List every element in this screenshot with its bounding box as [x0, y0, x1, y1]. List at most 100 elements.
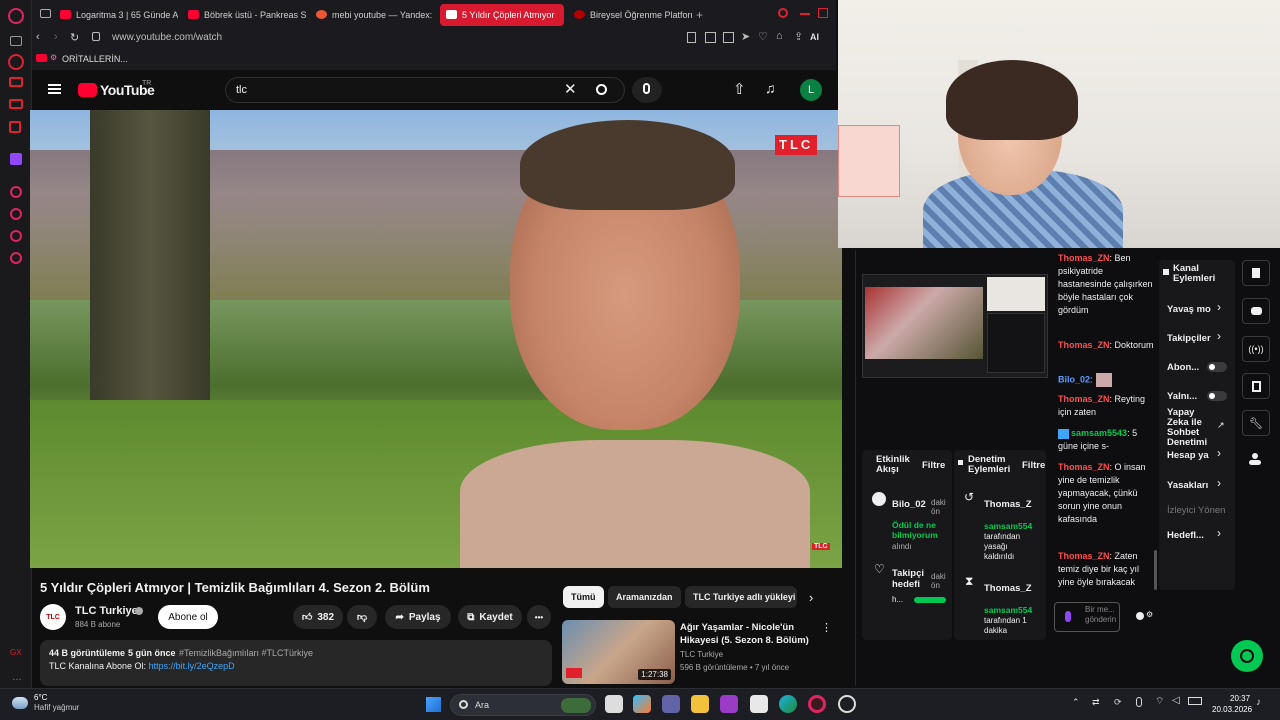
goals-chevron-icon[interactable]: ›: [1217, 526, 1221, 540]
tray-expand-icon[interactable]: ⌃: [1072, 697, 1080, 708]
menu-icon[interactable]: [48, 84, 61, 86]
channel-name[interactable]: TLC Turkiye: [75, 605, 138, 617]
youtube-logo-icon[interactable]: [78, 83, 97, 97]
share-icon[interactable]: ⇪: [794, 30, 803, 43]
mod-item2-user[interactable]: Thomas_Z: [984, 583, 1032, 594]
subscribers-toggle[interactable]: [1207, 362, 1227, 372]
save-button[interactable]: ⧉ Kaydet: [458, 605, 522, 629]
only-item[interactable]: Yalnı...: [1167, 391, 1197, 402]
chip-channel[interactable]: TLC Turkiye adlı yükleyi: [685, 586, 797, 608]
mod-item1-user[interactable]: Thomas_Z: [984, 499, 1032, 510]
broadcast-icon[interactable]: ((•)): [1242, 336, 1270, 362]
taskbar-search[interactable]: Ara: [450, 694, 596, 716]
video-player[interactable]: TLC TLC: [30, 110, 842, 568]
messenger-icon[interactable]: [9, 77, 23, 87]
extensions-icon[interactable]: [10, 230, 22, 242]
chat-points-icon[interactable]: [1136, 612, 1144, 620]
wifi-icon[interactable]: ⌔: [1155, 695, 1164, 708]
clear-search-icon[interactable]: ✕: [564, 80, 577, 98]
only-toggle[interactable]: [1207, 391, 1227, 401]
more-actions-button[interactable]: •••: [527, 605, 551, 629]
opera-logo-icon[interactable]: [8, 8, 24, 24]
tray-icon-2[interactable]: ⟳: [1114, 697, 1122, 708]
reload-icon[interactable]: ↻: [70, 31, 79, 44]
url-text[interactable]: www.youtube.com/watch: [112, 32, 222, 43]
slow-mode-item[interactable]: Yavaş mo: [1167, 304, 1213, 315]
search-icon[interactable]: [596, 84, 607, 95]
viewer-management-item[interactable]: İzleyici Yönen: [1167, 505, 1233, 516]
bans-chevron-icon[interactable]: ›: [1217, 476, 1221, 490]
followers-item[interactable]: Takipçiler: [1167, 333, 1213, 344]
chat-settings-icon[interactable]: ⚙: [1146, 610, 1153, 619]
subscribe-button[interactable]: Abone ol: [158, 605, 218, 629]
moderation-filter-button[interactable]: Filtre: [1022, 460, 1045, 471]
tab-logaritma[interactable]: Logaritma 3 | 65 Günde A: [54, 4, 178, 26]
chips-next-icon[interactable]: ›: [809, 590, 813, 605]
description-link[interactable]: https://bit.ly/2eQzepD: [149, 661, 235, 671]
dislike-button[interactable]: 👎︎: [347, 605, 377, 629]
new-tab-button[interactable]: +: [696, 8, 703, 22]
pin-icon[interactable]: [687, 32, 696, 43]
settings-icon[interactable]: [10, 252, 22, 264]
mod-item1-actor[interactable]: samsam554: [984, 521, 1032, 531]
volume-icon[interactable]: ◁: [1172, 695, 1180, 706]
voice-search-button[interactable]: [632, 77, 662, 103]
recommended-thumbnail[interactable]: 1:27:38: [562, 620, 675, 684]
goals-item[interactable]: Hedefl...: [1167, 530, 1213, 541]
search-input[interactable]: tlc: [236, 84, 247, 96]
file-explorer-icon[interactable]: [691, 695, 709, 713]
workspace-icon[interactable]: [40, 9, 51, 18]
vpn-icon[interactable]: ⌂: [776, 30, 783, 42]
upload-icon[interactable]: ⇧: [733, 80, 746, 98]
description-tags[interactable]: #TemizlikBağımlıları #TLCTürkiye: [179, 648, 313, 658]
forward-icon[interactable]: ›: [54, 31, 58, 43]
tab-bireysel[interactable]: Bireysel Öğrenme Platform: [568, 4, 692, 26]
layout-icon[interactable]: [1242, 373, 1270, 399]
subscribers-item[interactable]: Abon...: [1167, 362, 1199, 373]
search-box[interactable]: tlc ✕: [225, 77, 625, 103]
stream-preview[interactable]: [862, 274, 1048, 378]
bans-item[interactable]: Yasakları: [1167, 480, 1213, 491]
account-item[interactable]: Hesap ya: [1167, 450, 1213, 461]
weather-desc[interactable]: Hafif yağmur: [34, 703, 79, 712]
heart-icon[interactable]: ♡: [758, 30, 768, 43]
support-chat-button[interactable]: [1231, 640, 1263, 672]
opera-gx-icon[interactable]: [808, 695, 826, 713]
activity-user[interactable]: Bilo_02: [892, 499, 926, 510]
app-p-icon[interactable]: [720, 695, 738, 713]
wrench-icon[interactable]: 🔧︎: [1242, 410, 1270, 436]
maximize-icon[interactable]: [818, 8, 828, 18]
tab-bobrek[interactable]: Böbrek üstü - Pankreas S: [182, 4, 306, 26]
chat-bubble-icon[interactable]: [1242, 298, 1270, 324]
battery-icon[interactable]: [1188, 697, 1202, 705]
like-button[interactable]: 👍︎ 382: [293, 605, 343, 629]
chat-scrollbar[interactable]: [1154, 550, 1157, 590]
task-view-icon[interactable]: [605, 695, 623, 713]
avatar[interactable]: L: [800, 79, 822, 101]
description-box[interactable]: 44 B görüntüleme 5 gün önce #TemizlikBağ…: [40, 640, 552, 686]
instagram-icon[interactable]: [9, 121, 21, 133]
aria-icon[interactable]: [8, 54, 24, 70]
notes-icon[interactable]: [1242, 260, 1270, 286]
crop-icon[interactable]: [723, 32, 734, 43]
back-icon[interactable]: ‹: [36, 31, 40, 43]
history-icon[interactable]: [10, 186, 22, 198]
recommended-channel[interactable]: TLC Turkiye: [680, 650, 723, 659]
slow-mode-chevron-icon[interactable]: ›: [1217, 300, 1221, 314]
mod-item2-actor[interactable]: samsam554: [984, 605, 1032, 615]
edge-icon[interactable]: [779, 695, 797, 713]
tabs-icon[interactable]: [10, 36, 22, 46]
gx-icon[interactable]: GX: [10, 648, 22, 657]
share-button[interactable]: ➦ Paylaş: [385, 605, 451, 629]
chat-mic-icon[interactable]: [1065, 611, 1071, 622]
weather-temp[interactable]: 6°C: [34, 693, 47, 702]
tab-yandex[interactable]: mebi youtube — Yandex:: [310, 4, 434, 26]
followers-chevron-icon[interactable]: ›: [1217, 329, 1221, 343]
points-icon[interactable]: [1249, 453, 1261, 465]
tray-mic-icon[interactable]: [1136, 697, 1142, 707]
snapshot-icon[interactable]: [705, 32, 716, 43]
minimize-icon[interactable]: [800, 13, 810, 15]
player-icon[interactable]: [9, 99, 23, 109]
tab-active-video[interactable]: 5 Yıldır Çöpleri Atmıyor: [440, 4, 564, 26]
chat-input[interactable]: Bir me... gönderin: [1054, 602, 1120, 632]
